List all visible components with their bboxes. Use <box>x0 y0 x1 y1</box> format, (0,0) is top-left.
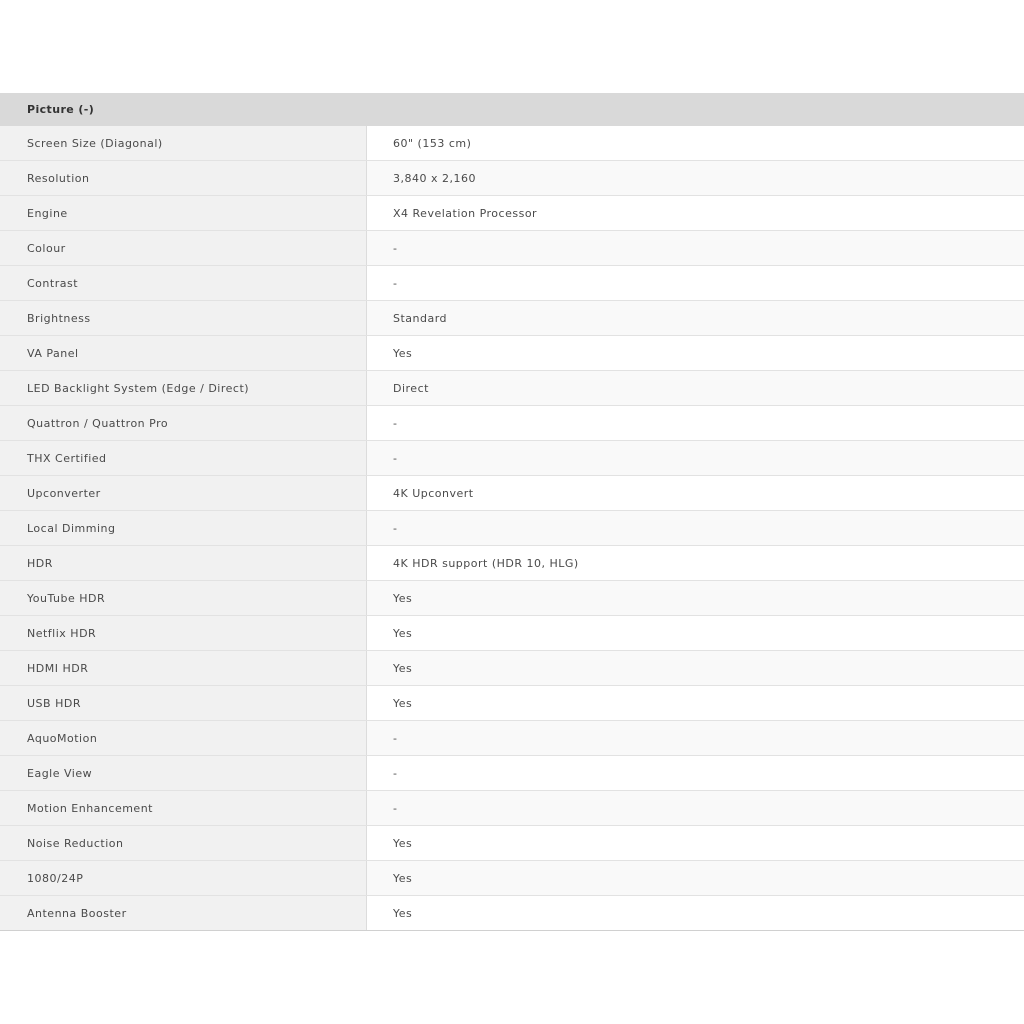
table-row: YouTube HDR Yes <box>0 581 1024 616</box>
spec-label: HDMI HDR <box>0 651 367 685</box>
spec-label: VA Panel <box>0 336 367 370</box>
spec-label: Resolution <box>0 161 367 195</box>
spec-value: Standard <box>367 301 1024 335</box>
spec-value: - <box>367 511 1024 545</box>
spec-value: - <box>367 441 1024 475</box>
table-row: USB HDR Yes <box>0 686 1024 721</box>
table-row: Eagle View - <box>0 756 1024 791</box>
spec-label: Netflix HDR <box>0 616 367 650</box>
table-row: Motion Enhancement - <box>0 791 1024 826</box>
spec-value: Yes <box>367 616 1024 650</box>
spec-label: Brightness <box>0 301 367 335</box>
spec-label: Antenna Booster <box>0 896 367 930</box>
spec-label: Motion Enhancement <box>0 791 367 825</box>
table-row: Screen Size (Diagonal) 60" (153 cm) <box>0 126 1024 161</box>
spec-value: Yes <box>367 896 1024 930</box>
spec-label: LED Backlight System (Edge / Direct) <box>0 371 367 405</box>
spec-value: 3,840 x 2,160 <box>367 161 1024 195</box>
spec-value: 60" (153 cm) <box>367 126 1024 160</box>
table-row: LED Backlight System (Edge / Direct) Dire… <box>0 371 1024 406</box>
spec-label: Screen Size (Diagonal) <box>0 126 367 160</box>
spec-value: Yes <box>367 581 1024 615</box>
spec-rows: Screen Size (Diagonal) 60" (153 cm) Resolu… <box>0 126 1024 931</box>
spec-value: - <box>367 266 1024 300</box>
spec-label: HDR <box>0 546 367 580</box>
spec-label: Engine <box>0 196 367 230</box>
spec-value: 4K HDR support (HDR 10, HLG) <box>367 546 1024 580</box>
table-row: Local Dimming - <box>0 511 1024 546</box>
table-row: Upconverter 4K Upconvert <box>0 476 1024 511</box>
spec-value: - <box>367 756 1024 790</box>
spec-label: Upconverter <box>0 476 367 510</box>
spec-value: 4K Upconvert <box>367 476 1024 510</box>
spec-label: YouTube HDR <box>0 581 367 615</box>
table-row: Netflix HDR Yes <box>0 616 1024 651</box>
spec-value: - <box>367 791 1024 825</box>
spec-value: X4 Revelation Processor <box>367 196 1024 230</box>
spec-label: Eagle View <box>0 756 367 790</box>
spec-label: THX Certified <box>0 441 367 475</box>
spec-label: Local Dimming <box>0 511 367 545</box>
spec-table: Picture (-) Screen Size (Diagonal) 60" (1… <box>0 93 1024 931</box>
spec-value: Yes <box>367 686 1024 720</box>
spec-label: 1080/24P <box>0 861 367 895</box>
table-row: HDMI HDR Yes <box>0 651 1024 686</box>
table-row: Engine X4 Revelation Processor <box>0 196 1024 231</box>
spec-value: - <box>367 721 1024 755</box>
table-row: 1080/24P Yes <box>0 861 1024 896</box>
table-row: Contrast - <box>0 266 1024 301</box>
table-row: Quattron / Quattron Pro - <box>0 406 1024 441</box>
spec-value: Direct <box>367 371 1024 405</box>
table-row: Resolution 3,840 x 2,160 <box>0 161 1024 196</box>
spec-label: Colour <box>0 231 367 265</box>
spec-value: Yes <box>367 336 1024 370</box>
table-row: Brightness Standard <box>0 301 1024 336</box>
table-row: AquoMotion - <box>0 721 1024 756</box>
spec-label: AquoMotion <box>0 721 367 755</box>
table-row: Noise Reduction Yes <box>0 826 1024 861</box>
spec-label: Quattron / Quattron Pro <box>0 406 367 440</box>
table-row: Antenna Booster Yes <box>0 896 1024 931</box>
spec-value: Yes <box>367 826 1024 860</box>
section-header-picture[interactable]: Picture (-) <box>0 93 1024 126</box>
spec-label: Noise Reduction <box>0 826 367 860</box>
spec-value: Yes <box>367 651 1024 685</box>
spec-label: Contrast <box>0 266 367 300</box>
spec-value: - <box>367 231 1024 265</box>
table-row: VA Panel Yes <box>0 336 1024 371</box>
table-row: HDR 4K HDR support (HDR 10, HLG) <box>0 546 1024 581</box>
table-row: Colour - <box>0 231 1024 266</box>
spec-value: Yes <box>367 861 1024 895</box>
spec-value: - <box>367 406 1024 440</box>
table-row: THX Certified - <box>0 441 1024 476</box>
spec-label: USB HDR <box>0 686 367 720</box>
